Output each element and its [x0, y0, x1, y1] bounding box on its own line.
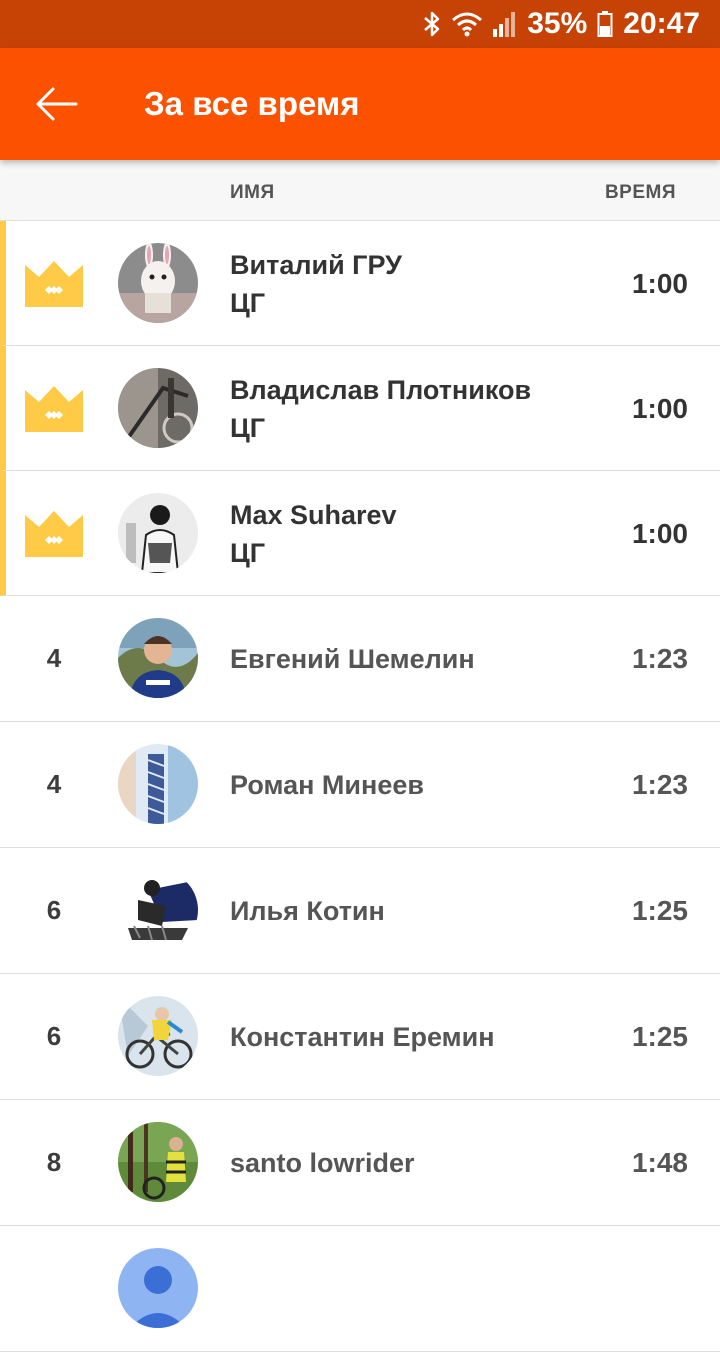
segment-time: 1:00	[631, 393, 688, 424]
segment-time: 1:25	[631, 1021, 688, 1052]
status-icons: 35% 20:47	[423, 0, 700, 48]
athlete-club: ЦГ	[230, 412, 266, 443]
avatar[interactable]	[118, 368, 198, 448]
wifi-icon	[452, 12, 483, 37]
crown-icon	[25, 510, 83, 557]
athlete-club: ЦГ	[230, 537, 266, 568]
athlete-info: Max Suharev ЦГ	[230, 471, 397, 596]
avatar[interactable]	[118, 243, 198, 323]
app-bar: За все время	[0, 48, 720, 160]
column-header: ИМЯ ВРЕМЯ	[0, 160, 720, 221]
leaderboard-row[interactable]: Виталий ГРУ ЦГ 1:00	[0, 221, 720, 346]
rank-cell: 4	[46, 769, 62, 799]
athlete-info: santo lowrider	[230, 1100, 415, 1225]
avatar[interactable]	[118, 493, 198, 573]
rank-cell: 8	[46, 1147, 62, 1177]
leaderboard-list: Виталий ГРУ ЦГ 1:00 Владислав Плотников …	[0, 221, 720, 1352]
crown-icon	[25, 260, 83, 307]
athlete-info: Виталий ГРУ ЦГ	[230, 221, 402, 346]
crown-icon	[25, 385, 83, 432]
athlete-info: Роман Минеев	[230, 722, 424, 847]
back-button[interactable]	[28, 76, 84, 132]
segment-time: 1:48	[631, 1147, 688, 1178]
athlete-info: Константин Еремин	[230, 974, 495, 1099]
segment-time: 1:23	[631, 643, 688, 674]
rank-cell	[0, 346, 108, 471]
athlete-name[interactable]: Илья Котин	[230, 892, 385, 930]
leaderboard-row[interactable]: Владислав Плотников ЦГ 1:00	[0, 346, 720, 471]
column-time-label: ВРЕМЯ	[604, 182, 676, 203]
avatar[interactable]	[118, 1122, 198, 1202]
leaderboard-row[interactable]: 6 Илья Котин 1:25	[0, 848, 720, 974]
leaderboard-row[interactable]: 4 Евгений Шемелин 1:23	[0, 596, 720, 722]
status-bar: 35% 20:47	[0, 0, 720, 48]
column-name-label: ИМЯ	[230, 182, 275, 203]
segment-time: 1:23	[631, 769, 688, 800]
athlete-name[interactable]: Виталий ГРУ	[230, 246, 402, 284]
battery-percent: 35%	[527, 7, 588, 40]
bluetooth-icon	[424, 11, 440, 37]
rank-cell	[0, 221, 108, 346]
athlete-name[interactable]: Max Suharev	[230, 496, 397, 534]
athlete-name[interactable]: Евгений Шемелин	[230, 640, 475, 678]
athlete-name[interactable]: santo lowrider	[230, 1144, 415, 1182]
battery-icon	[597, 11, 613, 37]
leaderboard-row[interactable]	[0, 1226, 720, 1352]
clock: 20:47	[623, 7, 700, 40]
rank-cell	[0, 471, 108, 596]
avatar-placeholder[interactable]	[118, 1248, 198, 1328]
back-arrow-icon	[36, 87, 78, 121]
avatar[interactable]	[118, 870, 198, 950]
leaderboard-row[interactable]: Max Suharev ЦГ 1:00	[0, 471, 720, 596]
rank-cell: 4	[46, 643, 62, 673]
page-title: За все время	[144, 85, 360, 122]
athlete-name[interactable]: Константин Еремин	[230, 1018, 495, 1056]
athlete-name[interactable]: Владислав Плотников	[230, 371, 531, 409]
rank-cell: 6	[46, 1021, 62, 1051]
segment-time: 1:00	[631, 268, 688, 299]
leaderboard-row[interactable]: 8 santo lowrider 1:48	[0, 1100, 720, 1226]
signal-icon	[493, 12, 516, 37]
segment-time: 1:25	[631, 895, 688, 926]
leaderboard-row[interactable]: 4 Роман Минеев 1:23	[0, 722, 720, 848]
athlete-info: Евгений Шемелин	[230, 596, 475, 721]
rank-cell: 6	[46, 895, 62, 925]
segment-time: 1:00	[631, 518, 688, 549]
athlete-name[interactable]: Роман Минеев	[230, 766, 424, 804]
athlete-club: ЦГ	[230, 287, 266, 318]
avatar[interactable]	[118, 996, 198, 1076]
avatar[interactable]	[118, 744, 198, 824]
avatar[interactable]	[118, 618, 198, 698]
athlete-info: Владислав Плотников ЦГ	[230, 346, 531, 471]
athlete-info: Илья Котин	[230, 848, 385, 973]
leaderboard-row[interactable]: 6 Константин Еремин 1:25	[0, 974, 720, 1100]
